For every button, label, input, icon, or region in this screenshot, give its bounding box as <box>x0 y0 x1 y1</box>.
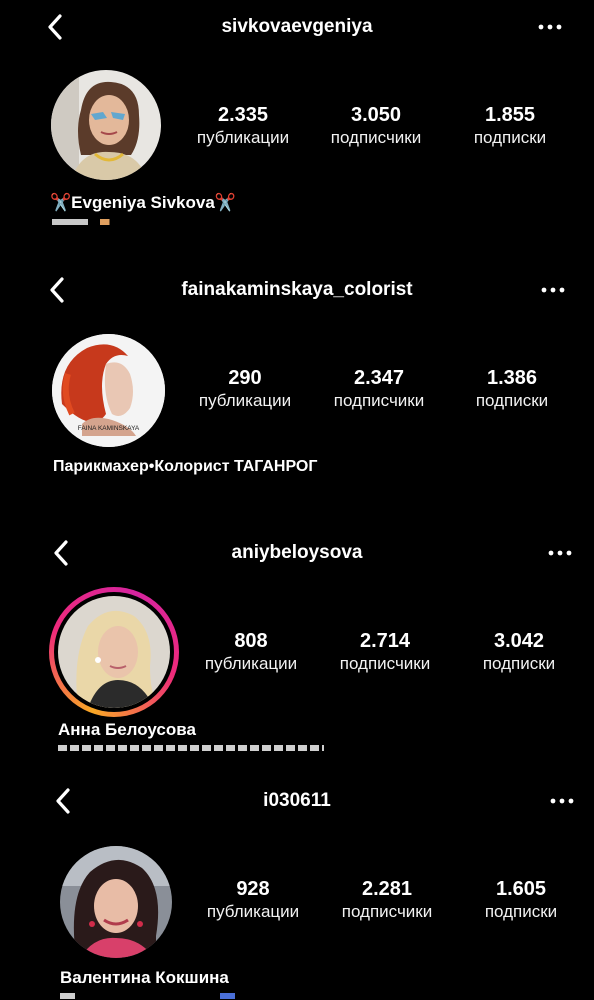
more-options-button[interactable] <box>538 275 568 305</box>
more-options-button[interactable] <box>547 786 577 816</box>
avatar-caption: FAINA KAMINSKAYA <box>78 425 140 432</box>
avatar-story-ring[interactable] <box>49 587 179 717</box>
following-label: подписки <box>473 128 547 147</box>
profile-name: Парикмахер•Колорист ТАГАНРОГ <box>53 458 318 475</box>
scissors-icon: ✂️ <box>50 193 72 212</box>
following-label: подписки <box>484 902 558 921</box>
posts-label: публикации <box>196 128 290 147</box>
posts-label: публикации <box>204 654 298 673</box>
profile-username: i030611 <box>263 790 331 811</box>
avatar[interactable]: FAINA KAMINSKAYA <box>52 334 165 447</box>
scissors-icon: ✂️ <box>214 193 236 212</box>
stat-following[interactable]: 1.605 подписки <box>461 877 581 923</box>
avatar <box>54 592 174 712</box>
bio-line-cut <box>52 219 172 225</box>
profile-name-text: Evgeniya Sivkova <box>71 193 215 212</box>
more-horizontal-icon <box>538 24 562 30</box>
posts-label: публикации <box>198 391 292 410</box>
following-count: 3.042 <box>493 630 545 652</box>
posts-count: 928 <box>236 878 270 900</box>
more-horizontal-icon <box>548 550 572 556</box>
followers-count: 2.714 <box>359 630 411 652</box>
avatar[interactable] <box>51 70 161 180</box>
more-options-button[interactable] <box>545 538 575 568</box>
posts-count: 808 <box>234 630 268 652</box>
following-count: 1.855 <box>484 104 536 126</box>
profile-header-1: sivkovaevgeniya 2.335 публикации 3.050 п… <box>0 0 594 225</box>
following-label: подписки <box>475 391 549 410</box>
profile-header-3: aniybeloysova 808 публикации 2.714 подпи… <box>0 525 594 751</box>
avatar[interactable] <box>60 846 172 958</box>
followers-label: подписчики <box>341 902 433 921</box>
followers-label: подписчики <box>333 391 425 410</box>
stat-posts[interactable]: 808 публикации <box>191 629 311 675</box>
followers-count: 2.281 <box>361 878 413 900</box>
stat-posts[interactable]: 290 публикации <box>185 366 305 412</box>
stat-following[interactable]: 1.855 подписки <box>450 103 570 149</box>
posts-count: 2.335 <box>217 104 269 126</box>
profile-header-4: i030611 928 публикации 2.281 подписчики … <box>0 773 594 1000</box>
followers-count: 3.050 <box>350 104 402 126</box>
stat-following[interactable]: 3.042 подписки <box>459 629 579 675</box>
profile-header-2: fainakaminskaya_colorist FAINA KAMINSKAY… <box>0 262 594 494</box>
more-horizontal-icon <box>541 287 565 293</box>
following-label: подписки <box>482 654 556 673</box>
followers-label: подписчики <box>330 128 422 147</box>
followers-label: подписчики <box>339 654 431 673</box>
profile-username: aniybeloysova <box>231 542 363 563</box>
stat-followers[interactable]: 3.050 подписчики <box>316 103 436 149</box>
stat-posts[interactable]: 928 публикации <box>193 877 313 923</box>
stat-posts[interactable]: 2.335 публикации <box>183 103 303 149</box>
bio-line-cut <box>60 993 246 999</box>
posts-count: 290 <box>228 367 262 389</box>
followers-count: 2.347 <box>353 367 405 389</box>
more-options-button[interactable] <box>535 12 565 42</box>
more-horizontal-icon <box>550 798 574 804</box>
profile-username: fainakaminskaya_colorist <box>181 279 413 300</box>
stat-followers[interactable]: 2.714 подписчики <box>325 629 445 675</box>
stat-following[interactable]: 1.386 подписки <box>452 366 572 412</box>
following-count: 1.605 <box>495 878 547 900</box>
bio-line-cut <box>58 745 324 751</box>
posts-label: публикации <box>206 902 300 921</box>
stat-followers[interactable]: 2.347 подписчики <box>319 366 439 412</box>
profile-username: sivkovaevgeniya <box>221 16 373 37</box>
profile-name: Валентина Кокшина <box>60 968 229 987</box>
following-count: 1.386 <box>486 367 538 389</box>
profile-name: ✂️Evgeniya Sivkova✂️ <box>50 193 236 213</box>
profile-name: Анна Белоусова <box>58 720 196 739</box>
stat-followers[interactable]: 2.281 подписчики <box>327 877 447 923</box>
